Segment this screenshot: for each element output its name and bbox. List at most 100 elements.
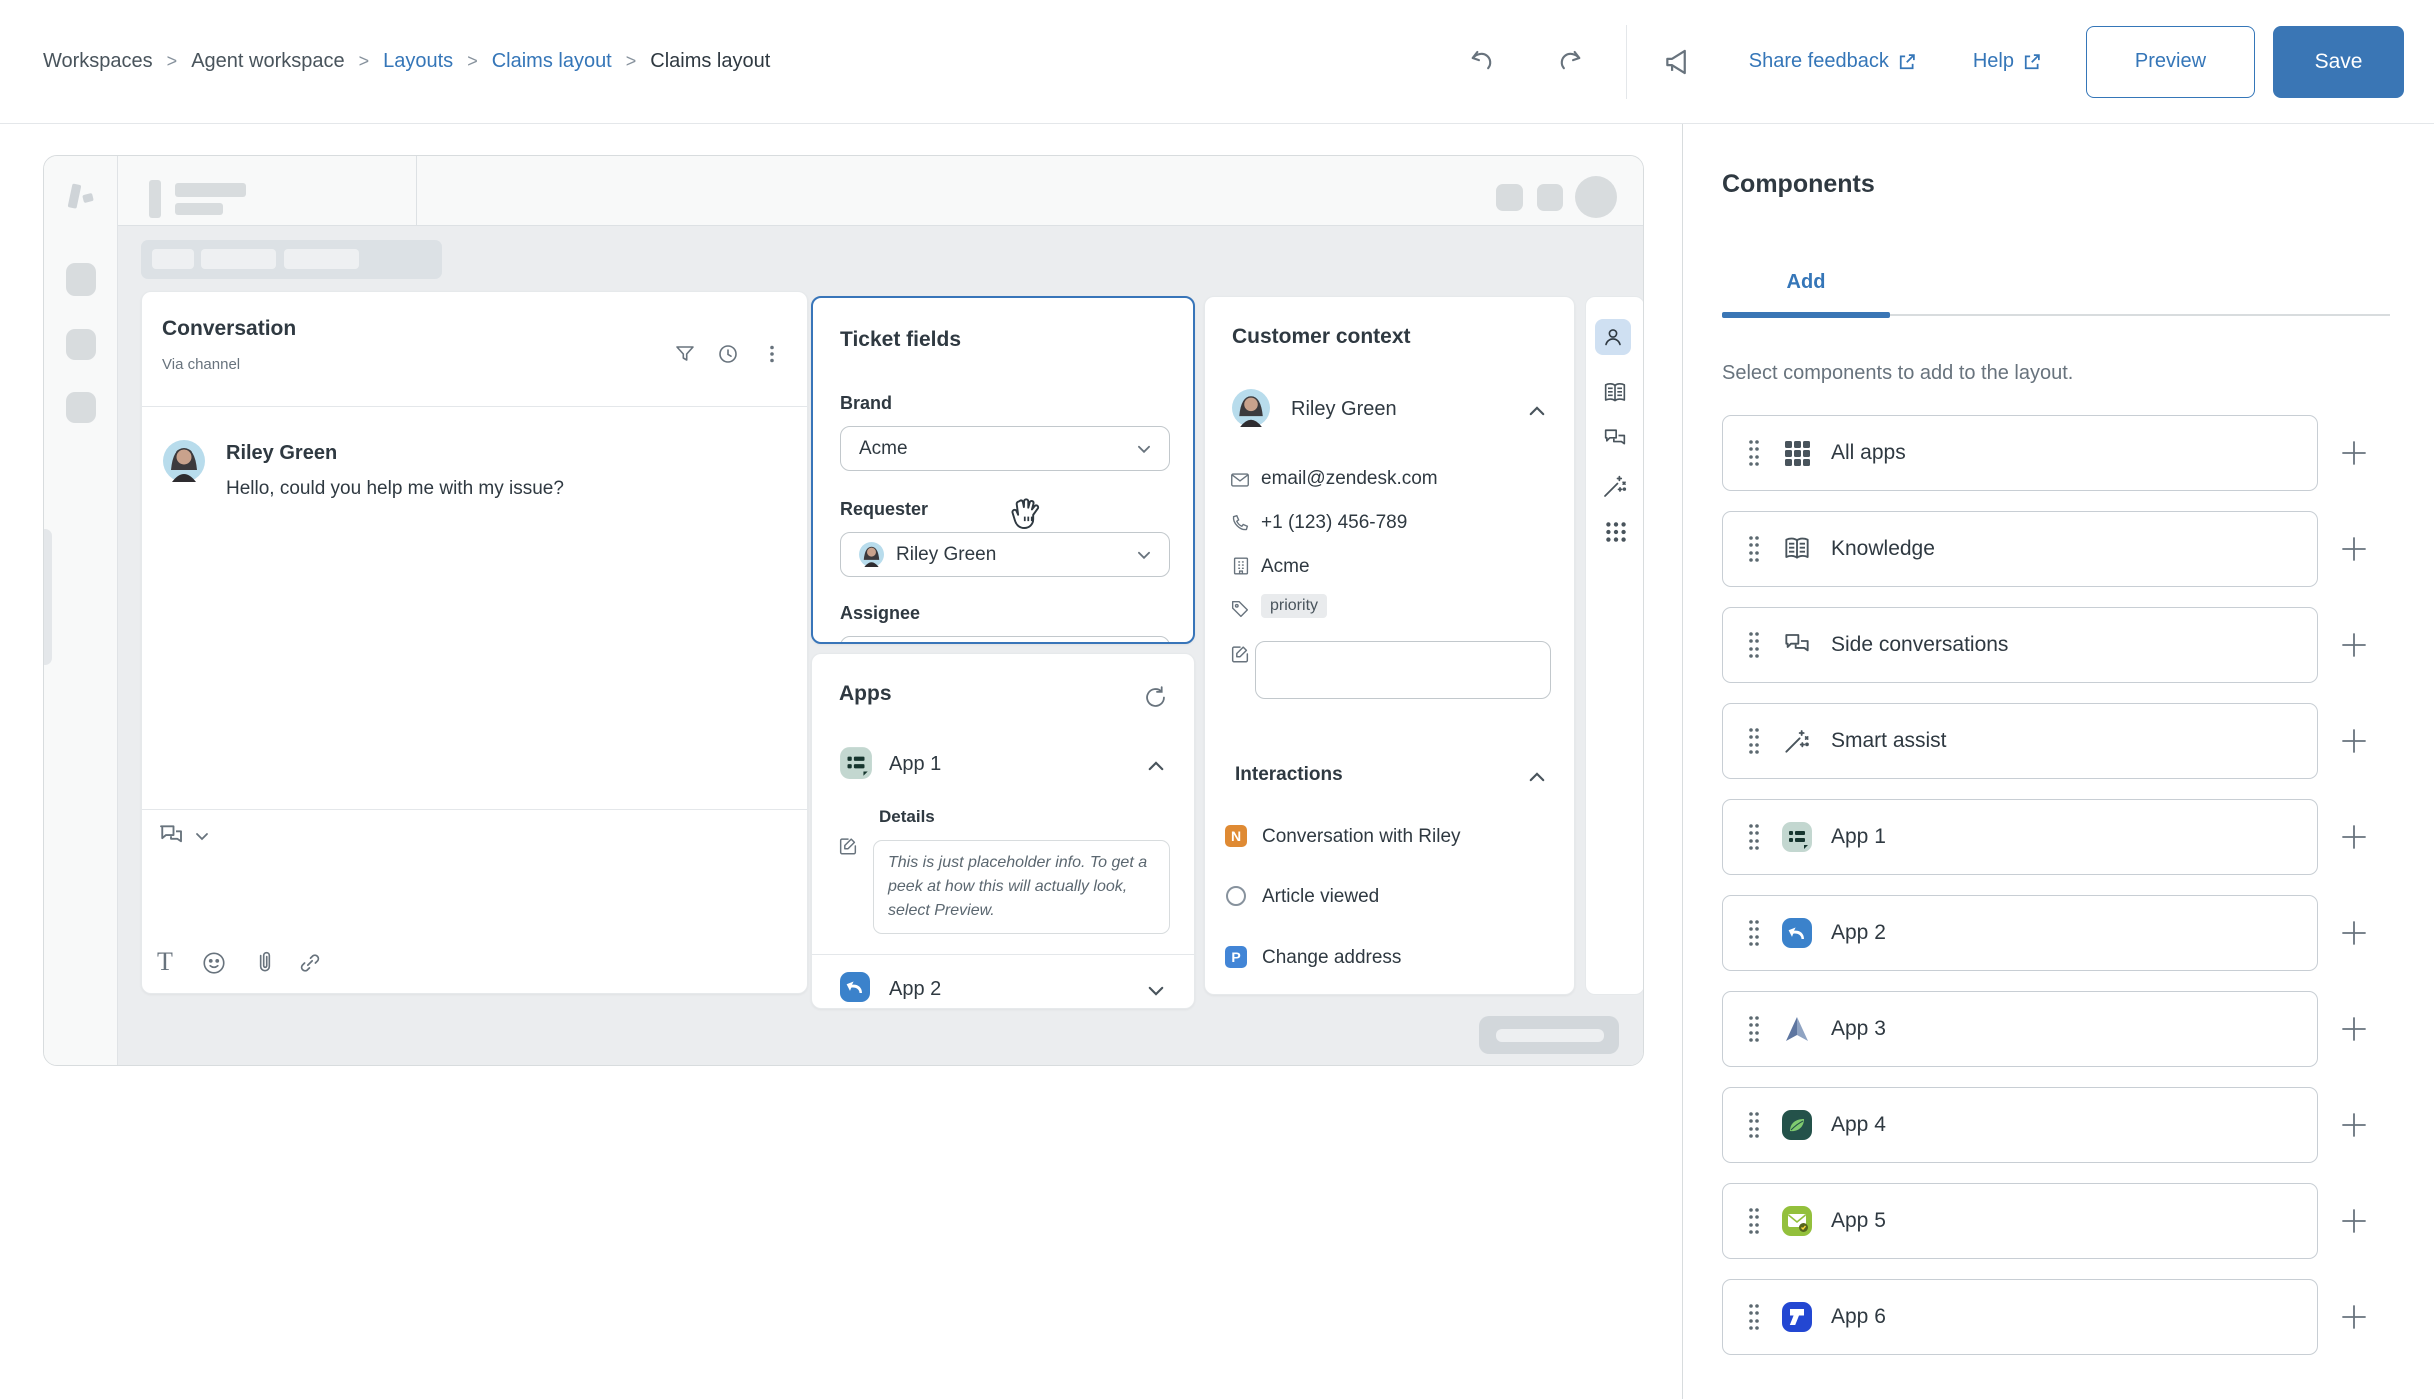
interaction-item[interactable]: Article viewed xyxy=(1262,886,1379,908)
customer-phone[interactable]: +1 (123) 456-789 xyxy=(1261,512,1407,534)
undo-icon[interactable] xyxy=(1466,46,1498,78)
component-card-app-5[interactable]: App 5 xyxy=(1722,1183,2318,1259)
interaction-badge-p: P xyxy=(1225,946,1247,968)
add-component-button[interactable] xyxy=(2318,630,2390,660)
components-tabs: Add xyxy=(1722,271,2390,318)
drag-handle-icon[interactable] xyxy=(1747,918,1761,948)
component-label: App 5 xyxy=(1831,1209,1886,1232)
link-icon[interactable] xyxy=(297,950,323,976)
chevron-up-icon[interactable] xyxy=(1527,767,1547,787)
user-icon xyxy=(1605,329,1621,346)
add-component-button[interactable] xyxy=(2318,1014,2390,1044)
announcements-icon[interactable] xyxy=(1661,43,1699,81)
drag-handle-icon[interactable] xyxy=(1747,1014,1761,1044)
assignee-select[interactable] xyxy=(840,636,1170,642)
add-component-button[interactable] xyxy=(2318,822,2390,852)
app-6-icon xyxy=(1782,1302,1812,1332)
knowledge-icon[interactable] xyxy=(1601,379,1629,407)
attachment-icon[interactable] xyxy=(252,949,278,975)
breadcrumb-workspaces[interactable]: Workspaces xyxy=(43,50,153,73)
share-feedback-link[interactable]: Share feedback xyxy=(1749,50,1917,73)
header-placeholder xyxy=(1537,184,1563,211)
drag-handle-icon[interactable] xyxy=(1747,630,1761,660)
chevron-up-icon[interactable] xyxy=(1146,756,1166,776)
components-sidebar: Components Add Select components to add … xyxy=(1683,124,2434,1399)
header-placeholder xyxy=(175,203,223,215)
breadcrumb-agent-workspace[interactable]: Agent workspace xyxy=(191,50,344,73)
help-link[interactable]: Help xyxy=(1973,50,2042,73)
component-card-knowledge[interactable]: Knowledge xyxy=(1722,511,2318,587)
plus-icon xyxy=(2342,1017,2366,1041)
filter-icon[interactable] xyxy=(673,342,697,366)
overflow-menu-icon[interactable] xyxy=(760,342,784,366)
tab-add[interactable]: Add xyxy=(1722,271,1890,316)
save-button[interactable]: Save xyxy=(2273,25,2404,98)
interaction-circle-icon xyxy=(1226,886,1246,906)
component-card-smart-assist[interactable]: Smart assist xyxy=(1722,703,2318,779)
chevron-up-icon[interactable] xyxy=(1527,401,1547,421)
app-2-label: App 2 xyxy=(889,978,942,1000)
app-details-placeholder[interactable]: This is just placeholder info. To get a … xyxy=(873,840,1170,934)
text-format-icon[interactable]: T xyxy=(157,947,173,977)
drag-handle-icon[interactable] xyxy=(1747,726,1761,756)
apps-component[interactable]: Apps App 1 Details This is just placehol… xyxy=(811,653,1195,1009)
component-label: App 2 xyxy=(1831,921,1886,944)
component-card-app-3[interactable]: App 3 xyxy=(1722,991,2318,1067)
requester-avatar xyxy=(859,542,884,567)
drag-handle-icon[interactable] xyxy=(1747,1206,1761,1236)
customer-email[interactable]: email@zendesk.com xyxy=(1261,468,1438,490)
smart-assist-icon[interactable] xyxy=(1600,471,1630,501)
refresh-icon[interactable] xyxy=(1142,684,1169,711)
interaction-item[interactable]: Conversation with Riley xyxy=(1262,826,1461,848)
requester-select[interactable]: Riley Green xyxy=(840,532,1170,577)
channel-switcher-icon[interactable] xyxy=(156,820,186,850)
side-conversations-icon[interactable] xyxy=(1601,425,1629,453)
drag-handle-icon[interactable] xyxy=(1747,534,1761,564)
add-component-button[interactable] xyxy=(2318,534,2390,564)
brand-select[interactable]: Acme xyxy=(840,426,1170,471)
phone-icon xyxy=(1232,514,1249,531)
mock-submit-button-placeholder xyxy=(1479,1016,1619,1054)
user-tab-active[interactable] xyxy=(1595,319,1631,355)
component-card-app-2[interactable]: App 2 xyxy=(1722,895,2318,971)
button-label-placeholder xyxy=(1496,1029,1604,1042)
component-card-side-conversations[interactable]: Side conversations xyxy=(1722,607,2318,683)
component-card-app-1[interactable]: App 1 xyxy=(1722,799,2318,875)
customer-tag-chip[interactable]: priority xyxy=(1261,594,1328,618)
plus-icon xyxy=(2342,825,2366,849)
component-card-all-apps[interactable]: All apps xyxy=(1722,415,2318,491)
emoji-icon[interactable] xyxy=(201,950,227,976)
add-component-button[interactable] xyxy=(2318,726,2390,756)
add-component-button[interactable] xyxy=(2318,438,2390,468)
add-component-button[interactable] xyxy=(2318,1302,2390,1332)
drag-handle-icon[interactable] xyxy=(1747,1302,1761,1332)
ticket-fields-component[interactable]: Ticket fields Brand Acme Requester Riley… xyxy=(811,296,1195,644)
customer-notes-input[interactable] xyxy=(1255,641,1551,699)
add-component-button[interactable] xyxy=(2318,1206,2390,1236)
nav-item-placeholder xyxy=(66,392,96,423)
add-component-button[interactable] xyxy=(2318,918,2390,948)
customer-context-title: Customer context xyxy=(1232,325,1411,348)
apps-grid-icon[interactable] xyxy=(1603,519,1629,545)
redo-icon[interactable] xyxy=(1554,46,1586,78)
component-label: App 6 xyxy=(1831,1305,1886,1328)
preview-button[interactable]: Preview xyxy=(2086,25,2255,98)
add-component-button[interactable] xyxy=(2318,1110,2390,1140)
component-card-app-6[interactable]: App 6 xyxy=(1722,1279,2318,1355)
breadcrumb-layouts[interactable]: Layouts xyxy=(383,50,453,73)
breadcrumb-claims-layout[interactable]: Claims layout xyxy=(492,50,612,73)
chevron-down-icon[interactable] xyxy=(194,828,210,844)
history-icon[interactable] xyxy=(716,342,740,366)
conversation-component[interactable]: Conversation Via channel Riley Green Hel… xyxy=(141,291,808,994)
note-edit-icon xyxy=(1231,646,1249,663)
interaction-item[interactable]: Change address xyxy=(1262,947,1401,969)
panel-resize-handle[interactable] xyxy=(44,529,52,665)
customer-context-component[interactable]: Customer context Riley Green email@zende… xyxy=(1204,296,1575,995)
customer-organization[interactable]: Acme xyxy=(1261,556,1310,578)
knowledge-icon xyxy=(1785,537,1809,559)
drag-handle-icon[interactable] xyxy=(1747,1110,1761,1140)
drag-handle-icon[interactable] xyxy=(1747,438,1761,468)
component-card-app-4[interactable]: App 4 xyxy=(1722,1087,2318,1163)
drag-handle-icon[interactable] xyxy=(1747,822,1761,852)
chevron-down-icon[interactable] xyxy=(1146,981,1166,1001)
